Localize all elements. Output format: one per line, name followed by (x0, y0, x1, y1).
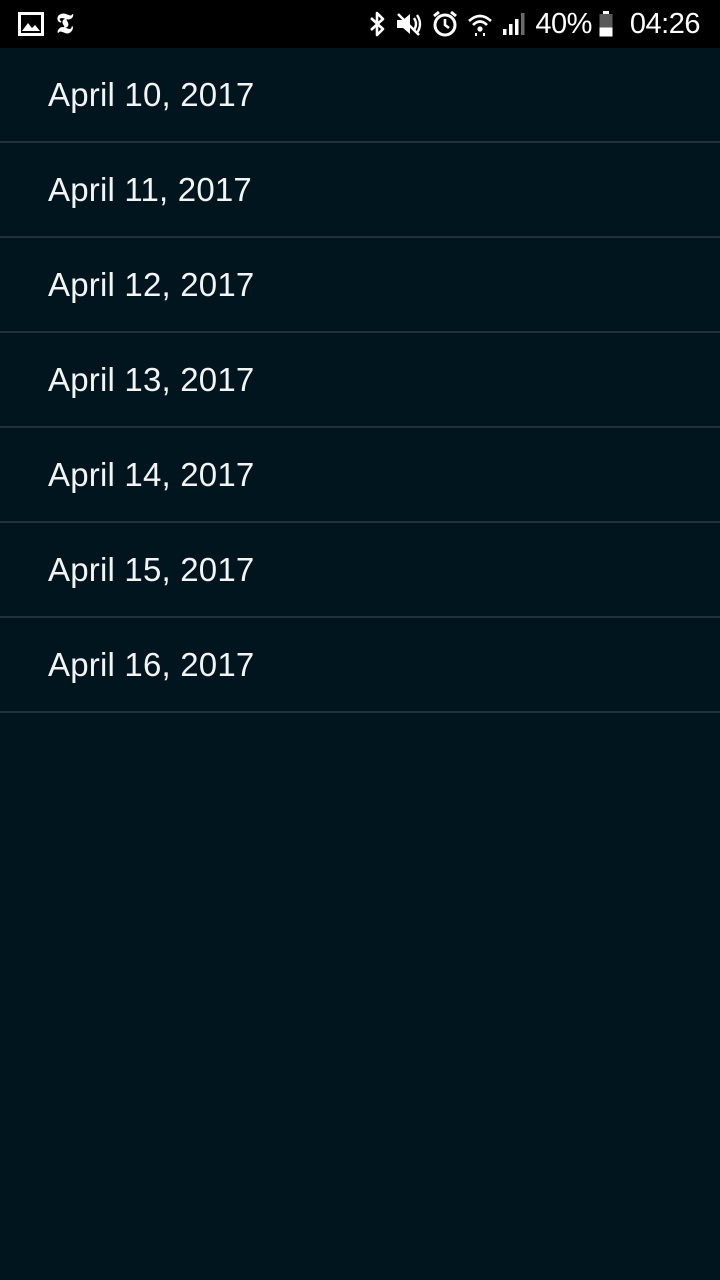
date-label: April 12, 2017 (48, 265, 255, 303)
app-screen: 𝕿 40% 04:26 April 10, 2017 April 11, 201… (0, 0, 720, 1280)
bluetooth-icon (367, 10, 387, 38)
date-list-item[interactable]: April 14, 2017 (0, 428, 720, 523)
nytimes-icon: 𝕿 (56, 7, 74, 40)
date-list-item[interactable]: April 13, 2017 (0, 333, 720, 428)
alarm-icon (431, 10, 459, 38)
signal-icon (501, 11, 527, 37)
date-list-item[interactable]: April 16, 2017 (0, 618, 720, 713)
notification-icons: 𝕿 (18, 10, 73, 38)
date-list-item[interactable]: April 11, 2017 (0, 143, 720, 238)
gallery-icon (18, 12, 44, 36)
date-label: April 11, 2017 (48, 170, 252, 208)
date-label: April 13, 2017 (48, 360, 255, 398)
date-label: April 16, 2017 (48, 645, 255, 683)
date-label: April 14, 2017 (48, 455, 255, 493)
date-list-item[interactable]: April 12, 2017 (0, 238, 720, 333)
date-list-item[interactable]: April 15, 2017 (0, 523, 720, 618)
date-list-item[interactable]: April 10, 2017 (0, 48, 720, 143)
wifi-icon (467, 11, 493, 37)
mute-icon (395, 11, 423, 37)
clock: 04:26 (629, 8, 701, 40)
battery-percent: 40% (535, 8, 592, 40)
date-label: April 15, 2017 (48, 550, 255, 588)
system-icons: 40% 04:26 (367, 8, 701, 40)
date-list: April 10, 2017 April 11, 2017 April 12, … (0, 48, 720, 713)
date-label: April 10, 2017 (48, 75, 255, 113)
battery-icon (598, 10, 614, 38)
status-bar: 𝕿 40% 04:26 (0, 0, 720, 48)
